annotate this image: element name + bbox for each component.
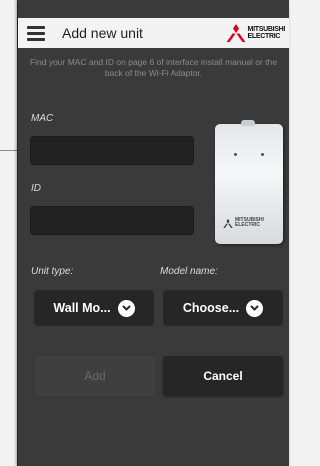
- chevron-down-icon: [246, 299, 264, 317]
- mac-input[interactable]: [30, 136, 194, 165]
- model-name-select[interactable]: Choose...: [163, 290, 283, 326]
- instruction-text: Find your MAC and ID on page 6 of interf…: [29, 57, 278, 78]
- device-brand-line-2: ELECTRIC: [235, 222, 260, 228]
- id-input[interactable]: [30, 206, 194, 235]
- page-title: Add new unit: [62, 25, 143, 41]
- brand-line-1: MITSUBISHI: [247, 26, 286, 33]
- phone-screen: Add new unit MITSUBISHI ELECTRIC Find yo…: [17, 0, 289, 466]
- app-header: Add new unit MITSUBISHI ELECTRIC: [18, 18, 289, 48]
- mitsubishi-diamonds-icon: [226, 24, 246, 42]
- brand-logo: MITSUBISHI ELECTRIC: [226, 24, 285, 42]
- cancel-button[interactable]: Cancel: [163, 356, 283, 396]
- mitsubishi-diamonds-icon: [223, 218, 233, 228]
- wifi-adaptor-image: MITSUBISHI ELECTRIC: [215, 120, 283, 244]
- callout-line: [0, 150, 18, 151]
- id-label: ID: [31, 183, 41, 194]
- chevron-down-icon: [117, 299, 135, 317]
- model-name-label: Model name:: [160, 266, 218, 277]
- mac-label: MAC: [31, 113, 54, 124]
- unit-type-select[interactable]: Wall Mo...: [34, 290, 154, 326]
- unit-type-label: Unit type:: [31, 266, 74, 277]
- add-button[interactable]: Add: [35, 356, 155, 396]
- unit-type-value: Wall Mo...: [53, 301, 111, 315]
- model-name-value: Choose...: [182, 301, 240, 315]
- brand-line-2: ELECTRIC: [247, 33, 281, 40]
- hamburger-icon[interactable]: [27, 26, 45, 41]
